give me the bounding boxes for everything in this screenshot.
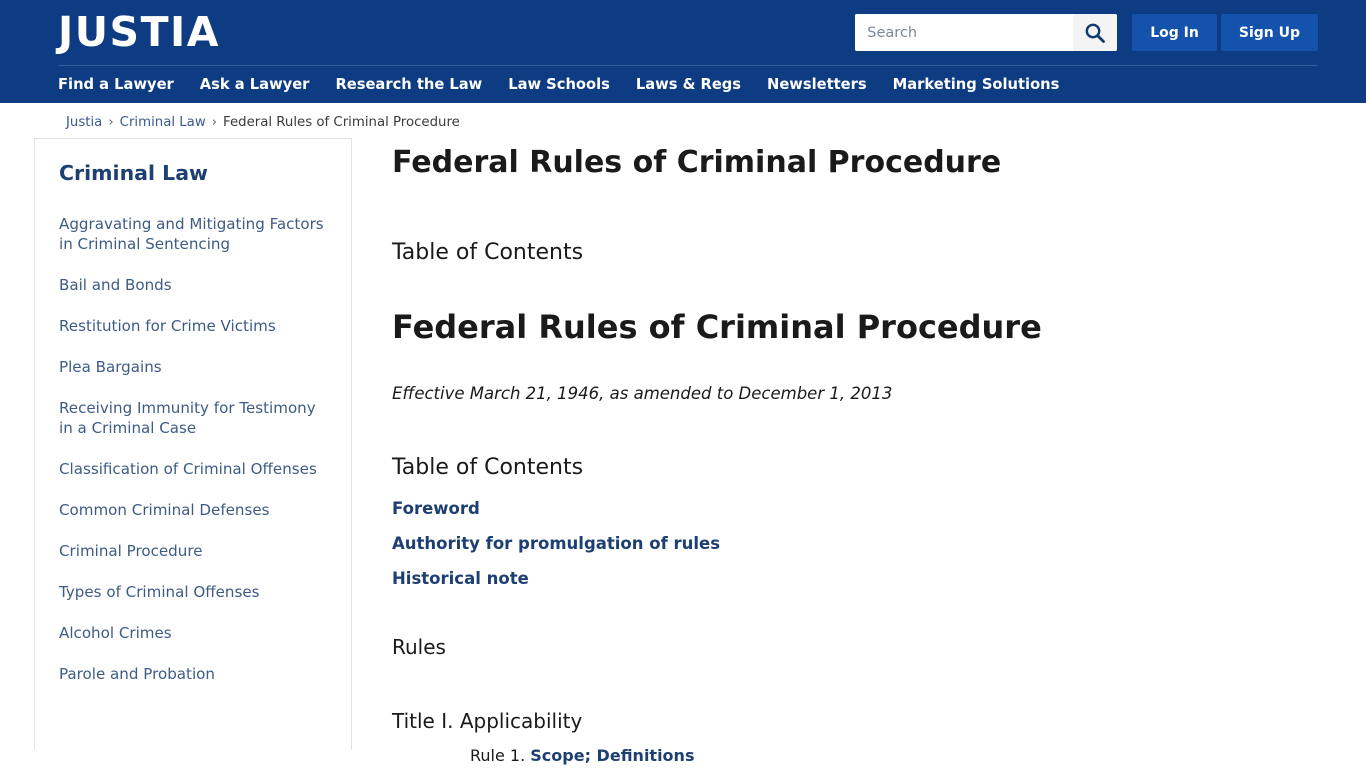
sidebar-item-receiving-immunity-for-testimony[interactable]: Receiving Immunity for Testimony in a Cr… <box>59 398 327 438</box>
page-title: Federal Rules of Criminal Procedure <box>392 145 1002 180</box>
breadcrumb-item-criminal-law[interactable]: Criminal Law <box>120 115 206 130</box>
search-button[interactable] <box>1073 14 1118 51</box>
toc-link-authority[interactable]: Authority for promulgation of rules <box>392 534 1326 553</box>
sidebar-item-aggravating-mitigating-factors[interactable]: Aggravating and Mitigating Factors in Cr… <box>59 214 327 254</box>
breadcrumb: Justia › Criminal Law › Federal Rules of… <box>0 103 1366 138</box>
title-i-applicability-heading: Title I. Applicability <box>392 708 583 733</box>
sidebar-item-parole-and-probation[interactable]: Parole and Probation <box>59 664 327 684</box>
site-header: JUSTIA Log In Sign Up Find a Lawyer Ask <box>0 0 1366 103</box>
sidebar-item-common-criminal-defenses[interactable]: Common Criminal Defenses <box>59 500 327 520</box>
sidebar-item-bail-and-bonds[interactable]: Bail and Bonds <box>59 275 327 295</box>
breadcrumb-item-justia[interactable]: Justia <box>66 115 102 130</box>
search-input[interactable] <box>855 14 1074 51</box>
toc-link-foreword[interactable]: Foreword <box>392 499 1326 518</box>
sidebar-item-types-of-criminal-offenses[interactable]: Types of Criminal Offenses <box>59 582 327 602</box>
nav-item-laws-and-regs[interactable]: Laws & Regs <box>636 76 741 93</box>
nav-item-ask-a-lawyer[interactable]: Ask a Lawyer <box>200 76 310 93</box>
rule-link-scope-definitions[interactable]: Scope; Definitions <box>530 746 694 765</box>
nav-item-marketing-solutions[interactable]: Marketing Solutions <box>893 76 1060 93</box>
log-in-button[interactable]: Log In <box>1132 14 1217 51</box>
sign-up-button[interactable]: Sign Up <box>1220 14 1318 51</box>
sidebar-item-alcohol-crimes[interactable]: Alcohol Crimes <box>59 623 327 643</box>
breadcrumb-item-current: Federal Rules of Criminal Procedure <box>223 115 460 130</box>
nav-item-find-a-lawyer[interactable]: Find a Lawyer <box>58 76 174 93</box>
rule-row: Rule 1. Scope; Definitions <box>470 746 1326 765</box>
header-actions: Log In Sign Up <box>855 14 1318 51</box>
breadcrumb-separator: › <box>108 115 114 130</box>
rules-heading: Rules <box>392 634 446 659</box>
nav-item-law-schools[interactable]: Law Schools <box>508 76 610 93</box>
search-icon <box>1084 22 1106 44</box>
sidebar-item-restitution-for-crime-victims[interactable]: Restitution for Crime Victims <box>59 316 327 336</box>
table-of-contents-label: Table of Contents <box>392 240 584 265</box>
table-of-contents-heading: Table of Contents <box>392 455 584 481</box>
toc-link-historical-note[interactable]: Historical note <box>392 569 1326 588</box>
breadcrumb-separator: › <box>211 115 218 130</box>
sidebar-title: Criminal Law <box>59 161 208 185</box>
sidebar-item-plea-bargains[interactable]: Plea Bargains <box>59 357 327 377</box>
justia-logo[interactable]: JUSTIA <box>58 12 220 53</box>
header-divider <box>58 65 1318 66</box>
main-navigation: Find a Lawyer Ask a Lawyer Research the … <box>0 65 1366 103</box>
sidebar: Criminal Law Aggravating and Mitigating … <box>34 138 352 750</box>
rule-number: Rule 1. <box>470 745 526 765</box>
header-top-bar: JUSTIA Log In Sign Up <box>0 0 1366 65</box>
nav-item-research-the-law[interactable]: Research the Law <box>335 76 482 93</box>
sidebar-item-criminal-procedure[interactable]: Criminal Procedure <box>59 541 327 561</box>
search-box <box>855 14 1118 51</box>
effective-date-note: Effective March 21, 1946, as amended to … <box>392 384 893 404</box>
page-body: Criminal Law Aggravating and Mitigating … <box>0 138 1366 765</box>
main-content: Federal Rules of Criminal Procedure Tabl… <box>352 138 1366 765</box>
document-title: Federal Rules of Criminal Procedure <box>392 307 1042 346</box>
sidebar-item-classification-of-criminal-offenses[interactable]: Classification of Criminal Offenses <box>59 459 327 479</box>
nav-item-newsletters[interactable]: Newsletters <box>767 76 867 93</box>
